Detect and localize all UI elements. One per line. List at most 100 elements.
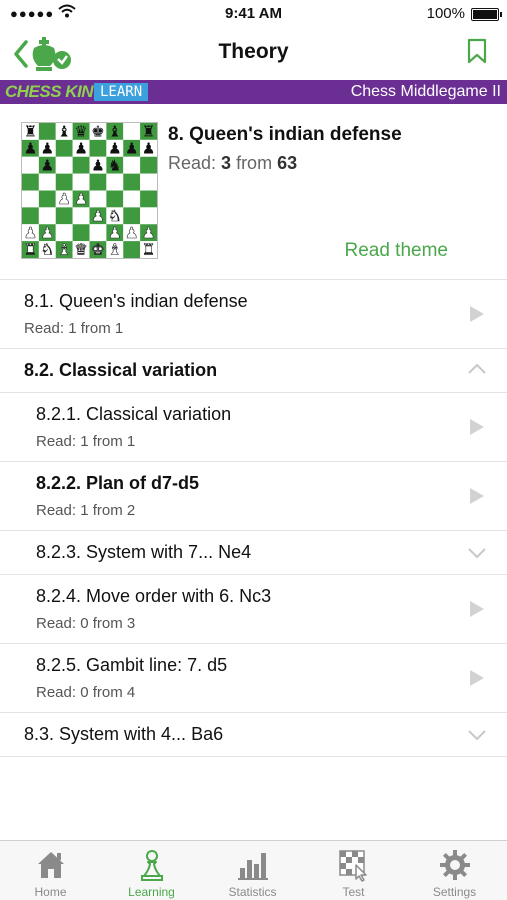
chevron-down-icon[interactable] (468, 547, 486, 559)
list-item-title: 8.2.3. System with 7... Ne4 (36, 542, 252, 562)
list-item-progress: Read: 1 from 2 (36, 502, 136, 519)
play-icon[interactable] (469, 669, 485, 687)
list-item[interactable]: 8.2.4. Move order with 6. Nc3 Read: 0 fr… (0, 575, 507, 644)
black-pawn-icon: ♟ (24, 139, 38, 157)
board-square (22, 173, 39, 191)
board-square (55, 224, 73, 242)
list-item-title: 8.2.5. Gambit line: 7. d5 (36, 655, 228, 675)
black-pawn-icon: ♟ (125, 139, 139, 157)
white-pawn-icon: ♟ (57, 190, 71, 208)
chessboard-cursor-icon (339, 850, 367, 882)
tab-label: Settings (432, 885, 477, 899)
tab-bar: Home Learning Statistics Test Settings (0, 840, 507, 900)
play-icon[interactable] (469, 305, 485, 323)
list-section-header[interactable]: 8.2. Classical variation (0, 349, 507, 393)
black-pawn-icon: ♟ (91, 156, 105, 174)
board-square (89, 139, 107, 157)
white-pawn-icon: ♟ (74, 190, 88, 208)
white-knight-icon: ♞ (41, 241, 55, 258)
tab-label: Learning (128, 885, 175, 899)
black-queen-icon: ♛ (74, 123, 88, 141)
white-king-icon: ♚ (91, 241, 105, 258)
board-square (123, 123, 141, 140)
board-square (38, 190, 56, 208)
board-square (22, 156, 39, 174)
pawn-icon (141, 850, 163, 881)
list-item[interactable]: 8.2.2. Plan of d7-d5 Read: 1 from 2 (0, 462, 507, 531)
white-queen-icon: ♛ (74, 241, 88, 258)
black-pawn-icon: ♟ (41, 156, 55, 174)
white-pawn-icon: ♟ (142, 224, 156, 242)
black-king-icon: ♚ (91, 123, 105, 141)
white-rook-icon: ♜ (24, 241, 38, 258)
tab-label: Statistics (228, 885, 277, 899)
list-item-title: 8.3. System with 4... Ba6 (24, 724, 224, 744)
black-knight-icon: ♞ (108, 156, 122, 174)
list-item-progress: Read: 0 from 4 (36, 684, 136, 701)
white-pawn-icon: ♟ (125, 224, 139, 242)
board-square (106, 173, 124, 191)
board-square (38, 207, 56, 225)
chapter-read-count: 3 (221, 153, 232, 173)
list-item[interactable]: 8.3. System with 4... Ba6 (0, 713, 507, 757)
bookmark-icon[interactable] (467, 38, 487, 69)
white-rook-icon: ♜ (142, 241, 156, 258)
black-bishop-icon: ♝ (108, 123, 122, 141)
list-item[interactable]: 8.2.5. Gambit line: 7. d5 Read: 0 from 4 (0, 644, 507, 713)
chapter-title: 8. Queen's indian defense (168, 124, 402, 145)
list-item-title: 8.2. Classical variation (24, 360, 218, 380)
board-square (89, 173, 107, 191)
board-square (38, 173, 56, 191)
tab-test[interactable]: Test (303, 841, 404, 900)
board-square (106, 190, 124, 208)
lesson-list: 8.1. Queen's indian defense Read: 1 from… (0, 280, 507, 757)
list-item-title: 8.2.1. Classical variation (36, 404, 232, 424)
white-bishop-icon: ♝ (108, 241, 122, 258)
list-item-title: 8.2.2. Plan of d7-d5 (36, 473, 200, 493)
board-square (123, 207, 141, 225)
board-square (89, 190, 107, 208)
tab-home[interactable]: Home (0, 841, 101, 900)
black-pawn-icon: ♟ (74, 139, 88, 157)
home-icon (38, 852, 64, 878)
play-icon[interactable] (469, 418, 485, 436)
tab-statistics[interactable]: Statistics (202, 841, 303, 900)
list-item-title: 8.1. Queen's indian defense (24, 291, 248, 311)
tab-learning[interactable]: Learning (101, 841, 202, 900)
tab-settings[interactable]: Settings (404, 841, 505, 900)
board-square (38, 123, 56, 140)
brand-name: CHESS KING (5, 82, 106, 101)
learn-badge: LEARN (94, 83, 149, 101)
list-item-progress: Read: 0 from 3 (36, 615, 136, 632)
board-square (140, 173, 157, 191)
black-bishop-icon: ♝ (57, 123, 71, 141)
black-pawn-icon: ♟ (41, 139, 55, 157)
tab-label: Test (342, 885, 365, 899)
board-square (72, 224, 90, 242)
chevron-down-icon[interactable] (468, 729, 486, 741)
battery-percent: 100% (426, 5, 465, 22)
play-icon[interactable] (469, 487, 485, 505)
board-square (72, 156, 90, 174)
board-square (55, 156, 73, 174)
page-title: Theory (218, 40, 289, 63)
chevron-up-icon[interactable] (468, 363, 486, 375)
white-pawn-icon: ♟ (24, 224, 38, 242)
gear-icon (440, 850, 470, 880)
white-pawn-icon: ♟ (91, 207, 105, 225)
bar-chart-icon (238, 853, 268, 880)
play-icon[interactable] (469, 600, 485, 618)
list-item-title: 8.2.4. Move order with 6. Nc3 (36, 586, 272, 606)
board-square (72, 173, 90, 191)
list-item[interactable]: 8.2.3. System with 7... Ne4 (0, 531, 507, 575)
read-theme-link[interactable]: Read theme (344, 240, 448, 262)
white-bishop-icon: ♝ (57, 241, 71, 258)
white-pawn-icon: ♟ (108, 224, 122, 242)
list-item[interactable]: 8.1. Queen's indian defense Read: 1 from… (0, 280, 507, 349)
board-square (123, 241, 141, 258)
black-rook-icon: ♜ (24, 123, 38, 141)
board-square (140, 207, 157, 225)
list-item[interactable]: 8.2.1. Classical variation Read: 1 from … (0, 393, 507, 462)
board-square (89, 224, 107, 242)
board-square (123, 156, 141, 174)
